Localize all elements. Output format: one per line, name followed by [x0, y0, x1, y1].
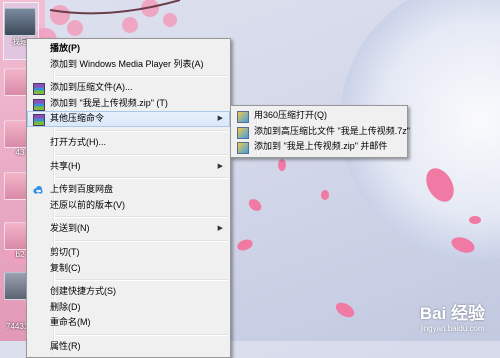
- menu-item-play[interactable]: 播放(P): [27, 41, 230, 57]
- submenu-item-open-360[interactable]: 用360压缩打开(Q): [231, 108, 407, 124]
- menu-separator: [55, 75, 228, 78]
- 360-zip-icon: [237, 111, 249, 123]
- submenu-arrow-icon: ▶: [217, 115, 223, 123]
- menu-separator: [55, 216, 228, 219]
- menu-separator: [55, 279, 228, 282]
- 360-zip-icon: [237, 142, 249, 155]
- menu-item-add-to-zip[interactable]: 添加到 "我是上传视频.zip" (T): [27, 96, 230, 112]
- menu-item-label: 复制(C): [50, 262, 81, 273]
- baidu-logo: Bai 经验: [419, 304, 485, 323]
- submenu-arrow-icon: ▶: [217, 225, 223, 233]
- menu-item-restore-versions[interactable]: 还原以前的版本(V): [27, 198, 230, 214]
- menu-item-share[interactable]: 共享(H) ▶: [27, 159, 230, 175]
- menu-item-upload-baidu[interactable]: 上传到百度网盘: [27, 182, 230, 198]
- menu-item-delete[interactable]: 删除(D): [27, 300, 230, 316]
- submenu-item-add-7z[interactable]: 添加到高压缩比文件 "我是上传视频.7z": [231, 124, 410, 140]
- menu-item-add-to-archive[interactable]: 添加到压缩文件(A)...: [27, 80, 230, 96]
- menu-separator: [55, 177, 228, 180]
- menu-item-label: 添加到压缩文件(A)...: [50, 82, 133, 93]
- baidu-cloud-icon: [33, 186, 43, 194]
- menu-item-label: 发送到(N): [50, 223, 90, 234]
- 360-zip-icon: [237, 126, 249, 139]
- menu-item-rename[interactable]: 重命名(M): [27, 315, 230, 331]
- watermark-url: jingyan.baidu.com: [420, 324, 485, 333]
- menu-item-label: 属性(R): [50, 340, 81, 351]
- winrar-icon: [33, 83, 45, 96]
- menu-item-label: 重命名(M): [50, 317, 91, 328]
- menu-item-open-with[interactable]: 打开方式(H)...: [27, 135, 230, 151]
- submenu-arrow-icon: ▶: [217, 162, 223, 170]
- menu-item-label: 添加到高压缩比文件 "我是上传视频.7z": [254, 125, 410, 136]
- menu-item-label: 还原以前的版本(V): [50, 199, 125, 210]
- menu-item-add-to-wmp[interactable]: 添加到 Windows Media Player 列表(A): [27, 57, 230, 73]
- menu-item-label: 剪切(T): [50, 246, 80, 257]
- menu-item-label: 上传到百度网盘: [50, 184, 114, 195]
- menu-item-label: 用360压缩打开(Q): [254, 110, 328, 120]
- baidu-jingyan-watermark: Bai 经验 jingyan.baidu.com: [420, 299, 485, 333]
- menu-item-label: 共享(H): [50, 160, 81, 171]
- submenu-item-add-zip-email[interactable]: 添加到 "我是上传视频.zip" 并邮件: [231, 139, 407, 155]
- winrar-icon: [33, 98, 45, 111]
- menu-item-copy[interactable]: 复制(C): [27, 261, 230, 277]
- menu-item-label: 播放(P): [50, 43, 80, 53]
- menu-item-label: 添加到 Windows Media Player 列表(A): [50, 58, 204, 69]
- menu-item-create-shortcut[interactable]: 创建快捷方式(S): [27, 284, 230, 300]
- menu-item-cut[interactable]: 剪切(T): [27, 245, 230, 261]
- menu-separator: [55, 333, 228, 336]
- context-menu: 播放(P) 添加到 Windows Media Player 列表(A) 添加到…: [26, 38, 231, 358]
- menu-item-send-to[interactable]: 发送到(N) ▶: [27, 221, 230, 237]
- video-thumbnail-icon: [4, 8, 36, 36]
- compress-submenu: 用360压缩打开(Q) 添加到高压缩比文件 "我是上传视频.7z" 添加到 "我…: [230, 105, 410, 158]
- menu-separator: [55, 239, 228, 242]
- menu-item-label: 打开方式(H)...: [50, 136, 106, 147]
- menu-item-label: 其他压缩命令: [50, 113, 105, 124]
- menu-item-label: 添加到 "我是上传视频.zip" 并邮件: [254, 141, 388, 152]
- winrar-icon: [33, 114, 45, 127]
- menu-item-label: 删除(D): [50, 301, 81, 312]
- menu-item-label: 创建快捷方式(S): [50, 286, 116, 297]
- menu-item-label: 添加到 "我是上传视频.zip" (T): [50, 97, 168, 108]
- menu-separator: [55, 129, 228, 132]
- menu-item-properties[interactable]: 属性(R): [27, 339, 230, 355]
- menu-item-other-compress[interactable]: 其他压缩命令 ▶: [27, 111, 230, 127]
- menu-separator: [55, 153, 228, 156]
